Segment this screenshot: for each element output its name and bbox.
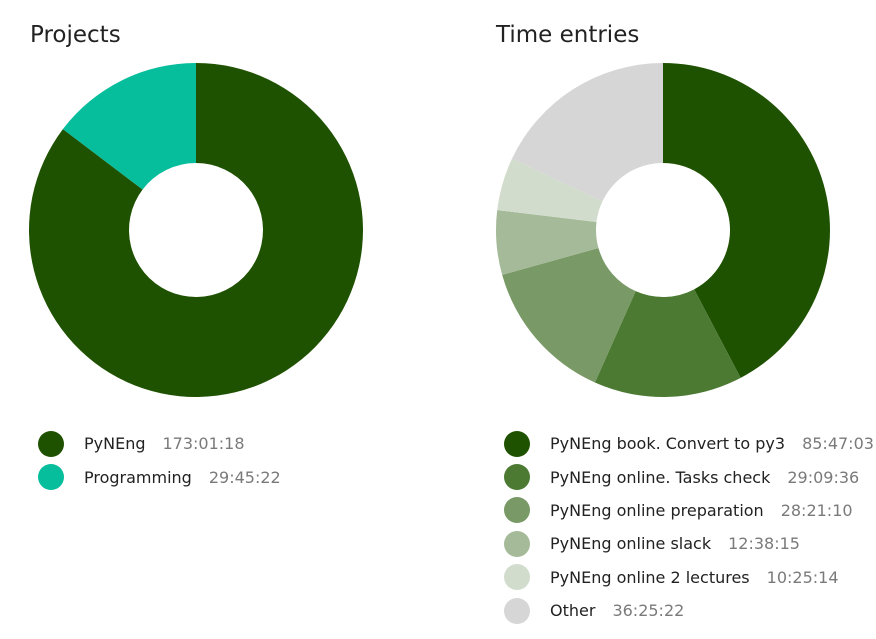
legend-duration: 28:21:10 [780, 500, 853, 520]
legend-label: PyNEng [84, 434, 146, 454]
legend-item-pyneng-online-tasks-check[interactable]: PyNEng online. Tasks check 29:09:36 [504, 460, 874, 493]
legend-label: PyNEng online 2 lectures [550, 567, 750, 587]
legend-swatch [504, 464, 530, 491]
legend-swatch [504, 597, 530, 624]
legend-swatch [38, 464, 64, 491]
legend-label: PyNEng online preparation [550, 500, 764, 520]
legend-item-pyneng-book-convert-to-py3[interactable]: PyNEng book. Convert to py3 85:47:03 [504, 427, 874, 460]
legend-duration: 10:25:14 [766, 567, 839, 587]
legend-swatch [504, 530, 530, 557]
time-entries-title: Time entries [496, 22, 640, 48]
projects-panel: Projects PyNEng 173:01:18 Programming 29:45… [0, 0, 440, 639]
legend-swatch [504, 430, 530, 457]
legend-item-pyneng-online-preparation[interactable]: PyNEng online preparation 28:21:10 [504, 494, 874, 527]
legend-item-pyneng[interactable]: PyNEng 173:01:18 [38, 427, 281, 460]
legend-label: PyNEng book. Convert to py3 [550, 434, 786, 454]
legend-swatch [504, 564, 530, 591]
legend-item-pyneng-online-2-lectures[interactable]: PyNEng online 2 lectures 10:25:14 [504, 561, 874, 594]
legend-swatch [38, 430, 64, 457]
legend-duration: 12:38:15 [728, 534, 800, 554]
legend-item-programming[interactable]: Programming 29:45:22 [38, 460, 281, 493]
legend-duration: 29:45:22 [208, 467, 281, 487]
projects-legend: PyNEng 173:01:18 Programming 29:45:22 [38, 427, 281, 494]
time-entries-panel: Time entries PyNEng book. Convert to py3… [440, 0, 876, 639]
legend-duration: 36:25:22 [612, 601, 685, 621]
legend-duration: 29:09:36 [787, 467, 860, 487]
legend-label: PyNEng online slack [550, 534, 712, 554]
projects-donut-chart [28, 63, 363, 398]
legend-duration: 173:01:18 [162, 434, 245, 454]
legend-item-other[interactable]: Other 36:25:22 [504, 594, 874, 627]
legend-duration: 85:47:03 [802, 434, 874, 454]
legend-item-pyneng-online-slack[interactable]: PyNEng online slack 12:38:15 [504, 527, 874, 560]
legend-label: Other [550, 601, 596, 621]
time-entries-donut-chart [496, 63, 831, 397]
legend-swatch [504, 497, 530, 524]
projects-title: Projects [30, 22, 121, 48]
legend-label: PyNEng online. Tasks check [550, 467, 771, 487]
legend-label: Programming [84, 467, 192, 487]
time-entries-legend: PyNEng book. Convert to py3 85:47:03 PyNEn… [504, 427, 874, 627]
